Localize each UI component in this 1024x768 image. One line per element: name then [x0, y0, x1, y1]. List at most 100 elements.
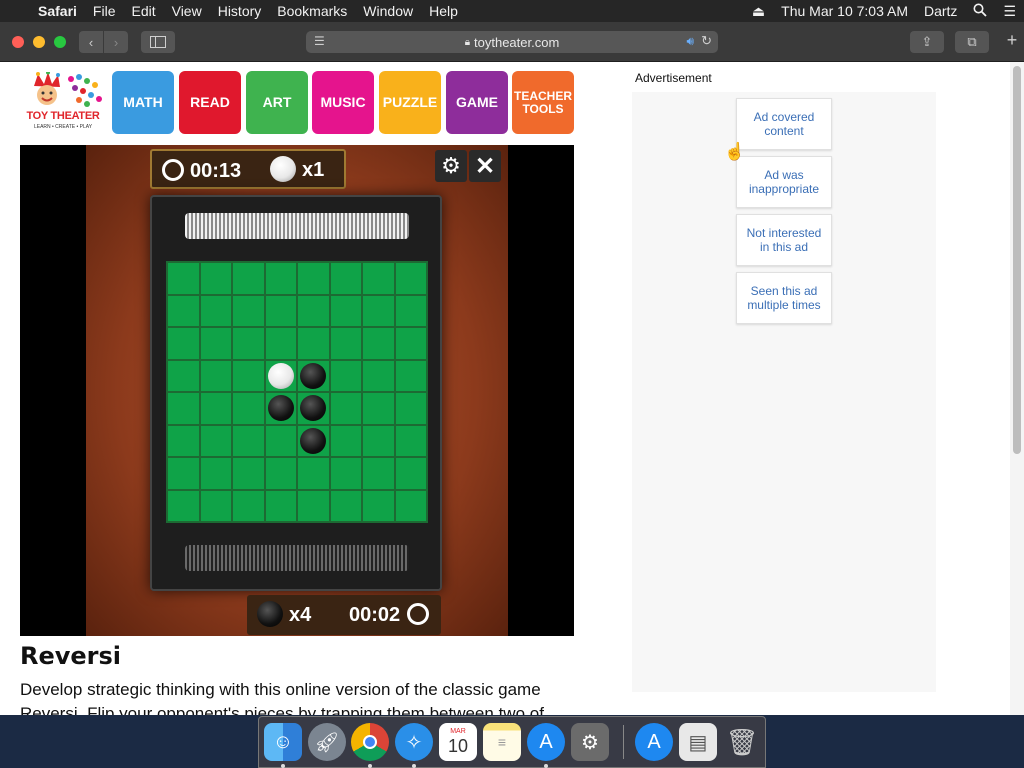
menubar-user[interactable]: Dartz: [916, 3, 965, 19]
board-cell[interactable]: [168, 263, 199, 294]
nav-math[interactable]: MATH: [112, 71, 174, 134]
board-cell[interactable]: [363, 490, 394, 521]
board-cell[interactable]: [298, 458, 329, 489]
trash-icon[interactable]: 🗑︎: [723, 723, 761, 761]
board-cell[interactable]: [395, 328, 426, 359]
back-button[interactable]: ‹: [79, 31, 103, 53]
ad-feedback-not-interested[interactable]: Not interested in this ad: [736, 214, 832, 266]
board-cell[interactable]: [200, 393, 231, 424]
spotlight-search-icon[interactable]: [965, 3, 995, 20]
board-cell[interactable]: [330, 393, 361, 424]
calendar-icon[interactable]: MAR 10: [439, 723, 477, 761]
board-cell[interactable]: [265, 328, 296, 359]
board-cell[interactable]: [168, 425, 199, 456]
board-cell[interactable]: [395, 490, 426, 521]
menu-history[interactable]: History: [210, 0, 270, 22]
board-cell[interactable]: [298, 328, 329, 359]
nav-puzzle[interactable]: PUZZLE: [379, 71, 441, 134]
board-cell[interactable]: [265, 393, 296, 424]
nav-music[interactable]: MUSIC: [312, 71, 374, 134]
nav-art[interactable]: ART: [246, 71, 308, 134]
nav-read[interactable]: READ: [179, 71, 241, 134]
board-cell[interactable]: [395, 295, 426, 326]
board-cell[interactable]: [395, 263, 426, 294]
audio-playing-icon[interactable]: 🔊︎: [686, 34, 694, 49]
launchpad-icon[interactable]: 🚀︎: [308, 723, 346, 761]
forward-button[interactable]: ›: [104, 31, 128, 53]
board-cell[interactable]: [330, 263, 361, 294]
board-cell[interactable]: [200, 490, 231, 521]
board-cell[interactable]: [265, 263, 296, 294]
window-fullscreen-button[interactable]: [54, 36, 66, 48]
board-cell[interactable]: [233, 458, 264, 489]
window-close-button[interactable]: [12, 36, 24, 48]
board-cell[interactable]: [233, 490, 264, 521]
page-scrollbar[interactable]: [1010, 62, 1024, 715]
board-cell[interactable]: [168, 458, 199, 489]
address-bar[interactable]: ☰ 🔒︎ toytheater.com 🔊︎ ↻: [306, 31, 718, 53]
board-cell[interactable]: [233, 425, 264, 456]
board-cell[interactable]: [200, 458, 231, 489]
board-cell[interactable]: [233, 295, 264, 326]
menubar-datetime[interactable]: Thu Mar 10 7:03 AM: [773, 3, 916, 19]
board-cell[interactable]: [330, 360, 361, 391]
ad-feedback-inappropriate[interactable]: Ad was inappropriate: [736, 156, 832, 208]
board-cell[interactable]: [200, 263, 231, 294]
menu-view[interactable]: View: [164, 0, 210, 22]
chrome-icon[interactable]: [351, 723, 389, 761]
board-cell[interactable]: [298, 295, 329, 326]
board-cell[interactable]: [168, 490, 199, 521]
board-cell[interactable]: [200, 295, 231, 326]
board-cell[interactable]: [395, 360, 426, 391]
scrollbar-thumb[interactable]: [1013, 66, 1021, 454]
board-cell[interactable]: [265, 425, 296, 456]
board-cell[interactable]: [395, 458, 426, 489]
board-cell[interactable]: [330, 458, 361, 489]
board-cell[interactable]: [363, 425, 394, 456]
board-cell[interactable]: [168, 295, 199, 326]
toy-theater-logo[interactable]: TOY THEATER LEARN • CREATE • PLAY: [22, 72, 104, 134]
board-cell[interactable]: [363, 263, 394, 294]
board-cell[interactable]: [233, 360, 264, 391]
finder-icon[interactable]: ☺: [264, 723, 302, 761]
board-cell[interactable]: [168, 328, 199, 359]
board-cell[interactable]: [363, 360, 394, 391]
new-tab-button[interactable]: +: [1000, 29, 1024, 51]
eject-icon[interactable]: ⏏: [744, 3, 773, 20]
board-cell[interactable]: [363, 393, 394, 424]
ad-feedback-covered-content[interactable]: Ad covered content: [736, 98, 832, 150]
board-cell[interactable]: [330, 490, 361, 521]
board-cell[interactable]: [298, 425, 329, 456]
ad-feedback-seen-multiple[interactable]: Seen this ad multiple times: [736, 272, 832, 324]
menu-help[interactable]: Help: [421, 0, 466, 22]
board-cell[interactable]: [233, 393, 264, 424]
safari-icon[interactable]: ✧: [395, 723, 433, 761]
app-store-icon[interactable]: A: [527, 723, 565, 761]
board-cell[interactable]: [168, 360, 199, 391]
reversi-board[interactable]: [166, 261, 428, 523]
show-all-tabs-button[interactable]: ⧉: [955, 31, 989, 53]
board-cell[interactable]: [395, 425, 426, 456]
board-cell[interactable]: [265, 360, 296, 391]
board-cell[interactable]: [233, 328, 264, 359]
board-cell[interactable]: [363, 458, 394, 489]
share-button[interactable]: ⇪: [910, 31, 944, 53]
notes-icon[interactable]: ≡: [483, 723, 521, 761]
menu-bookmarks[interactable]: Bookmarks: [269, 0, 355, 22]
game-close-button[interactable]: ✕: [469, 150, 501, 182]
board-cell[interactable]: [395, 393, 426, 424]
board-cell[interactable]: [233, 263, 264, 294]
menu-app-safari[interactable]: Safari: [34, 0, 85, 22]
nav-teacher-tools[interactable]: TEACHER TOOLS: [512, 71, 574, 134]
board-cell[interactable]: [298, 490, 329, 521]
nav-game[interactable]: GAME: [446, 71, 508, 134]
game-settings-button[interactable]: ⚙: [435, 150, 467, 182]
board-cell[interactable]: [330, 295, 361, 326]
reader-view-icon[interactable]: ☰: [314, 34, 325, 48]
board-cell[interactable]: [298, 360, 329, 391]
app-store-downloads-icon[interactable]: A: [635, 723, 673, 761]
board-cell[interactable]: [330, 328, 361, 359]
board-cell[interactable]: [363, 328, 394, 359]
board-cell[interactable]: [363, 295, 394, 326]
board-cell[interactable]: [200, 360, 231, 391]
